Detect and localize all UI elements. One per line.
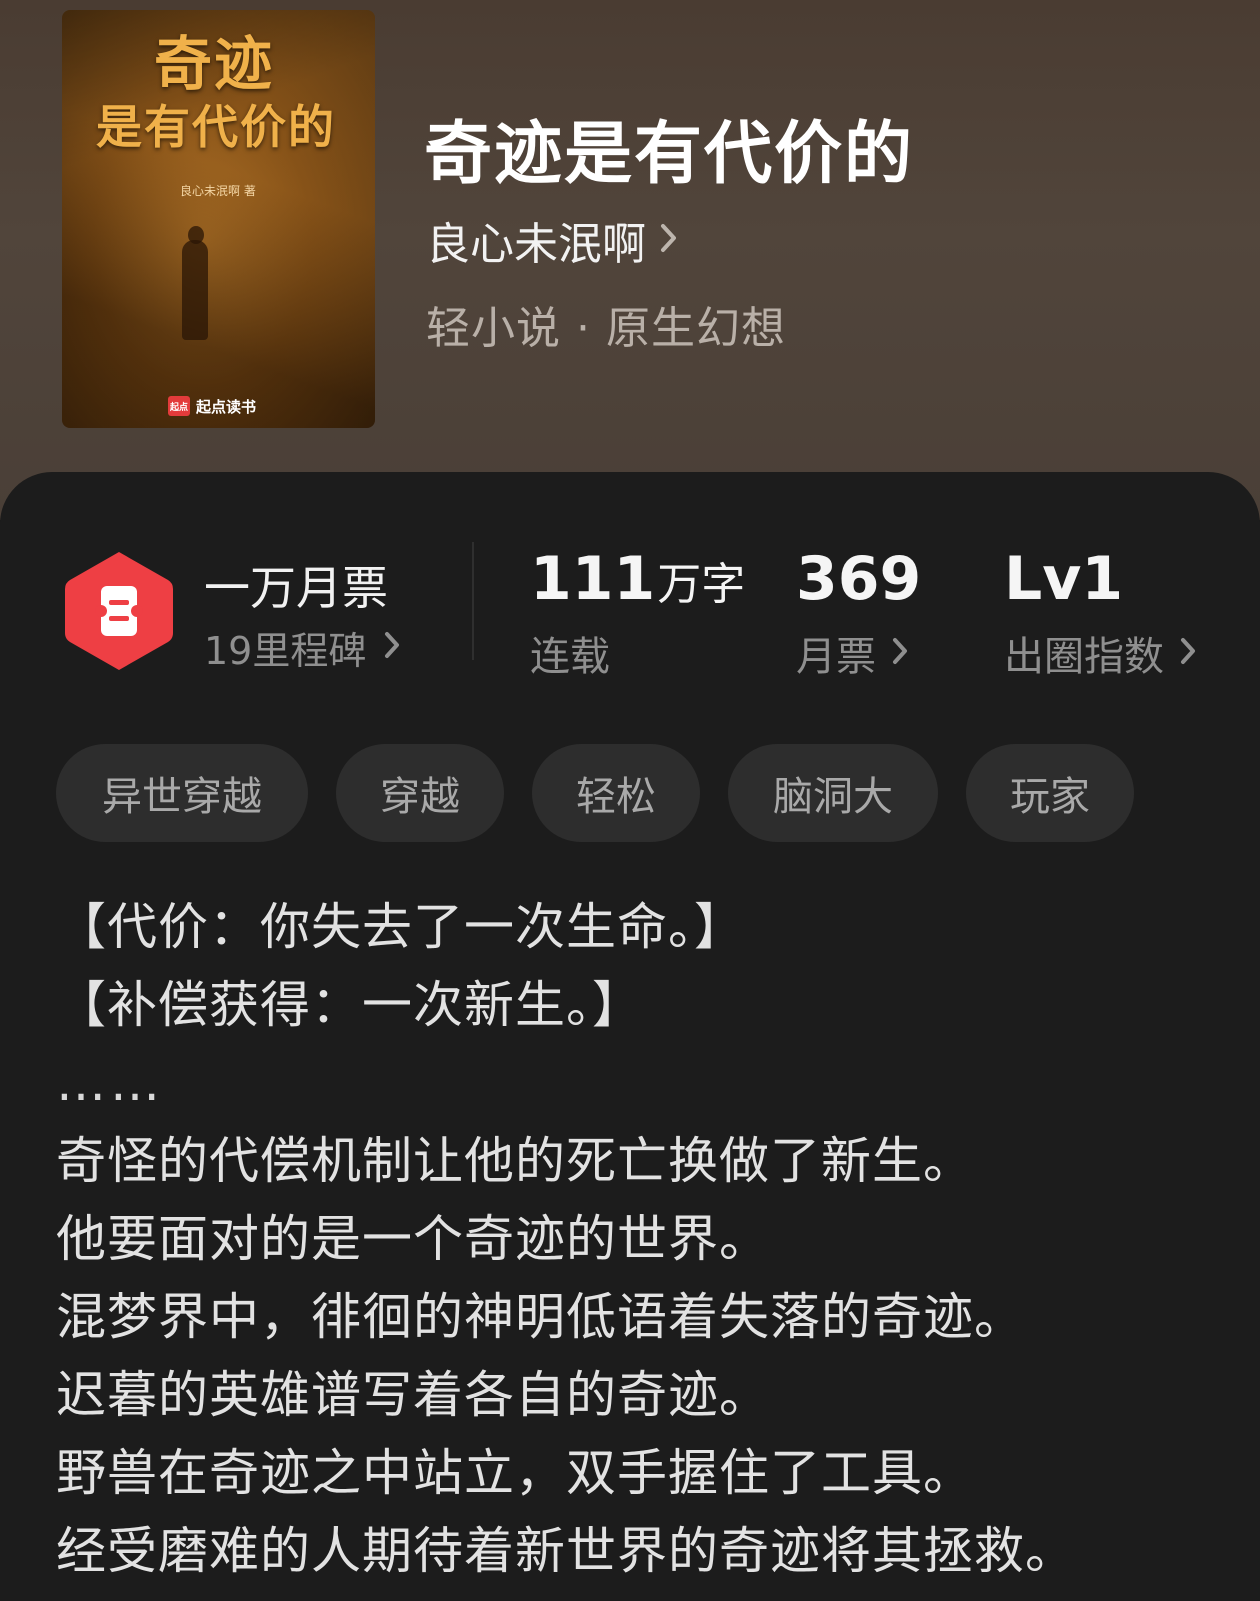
chevron-right-icon	[1180, 637, 1196, 669]
genre-label: 轻小说 · 原生幻想	[426, 303, 786, 354]
ticket-badge-icon[interactable]	[62, 548, 176, 674]
tag-list: 异世穿越 穿越 轻松 脑洞大 玩家	[56, 744, 1134, 844]
serial-status-label: 连载	[530, 634, 610, 680]
book-title: 奇迹是有代价的	[424, 114, 915, 194]
popularity-index-label: 出圈指数	[1004, 634, 1164, 680]
synopsis-line: 野兽在奇迹之中站立，双手握住了工具。	[56, 1444, 974, 1502]
book-synopsis[interactable]: 【代价：你失去了一次生命。】 【补偿获得：一次新生。】 …… 奇怪的代偿机制让他…	[56, 888, 1216, 1590]
popularity-index-stat[interactable]: Lv1 出圈指数	[1004, 544, 1196, 682]
stats-divider	[472, 542, 474, 660]
cover-brand: 起点 起点读书	[168, 394, 256, 418]
word-count-stat: 111 万字 连载	[530, 544, 745, 682]
cover-title-line2: 是有代价的	[96, 99, 336, 154]
tag-chip[interactable]: 轻松	[532, 744, 700, 842]
word-count-unit: 万字	[657, 559, 746, 610]
monthly-votes-value: 369	[796, 544, 922, 614]
popularity-level-value: Lv1	[1004, 544, 1124, 614]
cover-title-line1: 奇迹	[154, 30, 275, 98]
synopsis-line: 混梦界中，徘徊的神明低语着失落的奇迹。	[56, 1288, 1025, 1346]
author-name: 良心未泯啊	[426, 219, 646, 270]
tag-chip[interactable]: 玩家	[966, 744, 1134, 842]
milestone-link[interactable]: 19里程碑	[204, 622, 400, 673]
tag-chip[interactable]: 脑洞大	[728, 744, 938, 842]
cover-author: 良心未泯啊 著	[180, 184, 256, 198]
synopsis-line: 【补偿获得：一次新生。】	[56, 976, 643, 1034]
brand-logo-icon: 起点	[168, 396, 190, 416]
synopsis-line: 【代价：你失去了一次生命。】	[56, 898, 745, 956]
monthly-votes-label: 月票	[796, 634, 876, 680]
synopsis-line: 经受磨难的人期待着新世界的奇迹将其拯救。	[56, 1522, 1076, 1580]
cover-figure-body	[182, 240, 208, 340]
brand-name: 起点读书	[196, 397, 257, 416]
chevron-right-icon	[660, 223, 678, 257]
word-count-value: 111	[530, 544, 656, 614]
milestone-subtitle: 19里程碑	[204, 628, 367, 673]
cover-title: 奇迹 是有代价的	[96, 30, 356, 155]
stats-row: 一万月票 19里程碑 111 万字 连载 369 月票 Lv1 出圈指数	[0, 472, 1260, 712]
tag-chip[interactable]: 穿越	[336, 744, 504, 842]
chevron-right-icon	[384, 631, 400, 663]
synopsis-line: 迟暮的英雄谱写着各自的奇迹。	[56, 1366, 770, 1424]
synopsis-line: ……	[56, 1054, 164, 1112]
monthly-votes-stat[interactable]: 369 月票	[796, 544, 921, 682]
book-header: 奇迹 是有代价的 良心未泯啊 著 起点 起点读书 奇迹是有代价的 良心未泯啊 轻…	[0, 0, 1260, 520]
book-detail-page: 奇迹 是有代价的 良心未泯啊 著 起点 起点读书 奇迹是有代价的 良心未泯啊 轻…	[0, 0, 1260, 1601]
detail-panel: 一万月票 19里程碑 111 万字 连载 369 月票 Lv1 出圈指数 异世穿…	[0, 472, 1260, 1601]
book-cover[interactable]: 奇迹 是有代价的 良心未泯啊 著 起点 起点读书	[62, 10, 375, 428]
tag-chip[interactable]: 异世穿越	[56, 744, 308, 842]
chevron-right-icon	[892, 637, 908, 669]
author-link[interactable]: 良心未泯啊	[426, 210, 678, 270]
synopsis-line: 他要面对的是一个奇迹的世界。	[56, 1210, 770, 1268]
milestone-title: 一万月票	[204, 561, 388, 615]
synopsis-line: 奇怪的代偿机制让他的死亡换做了新生。	[56, 1132, 974, 1190]
